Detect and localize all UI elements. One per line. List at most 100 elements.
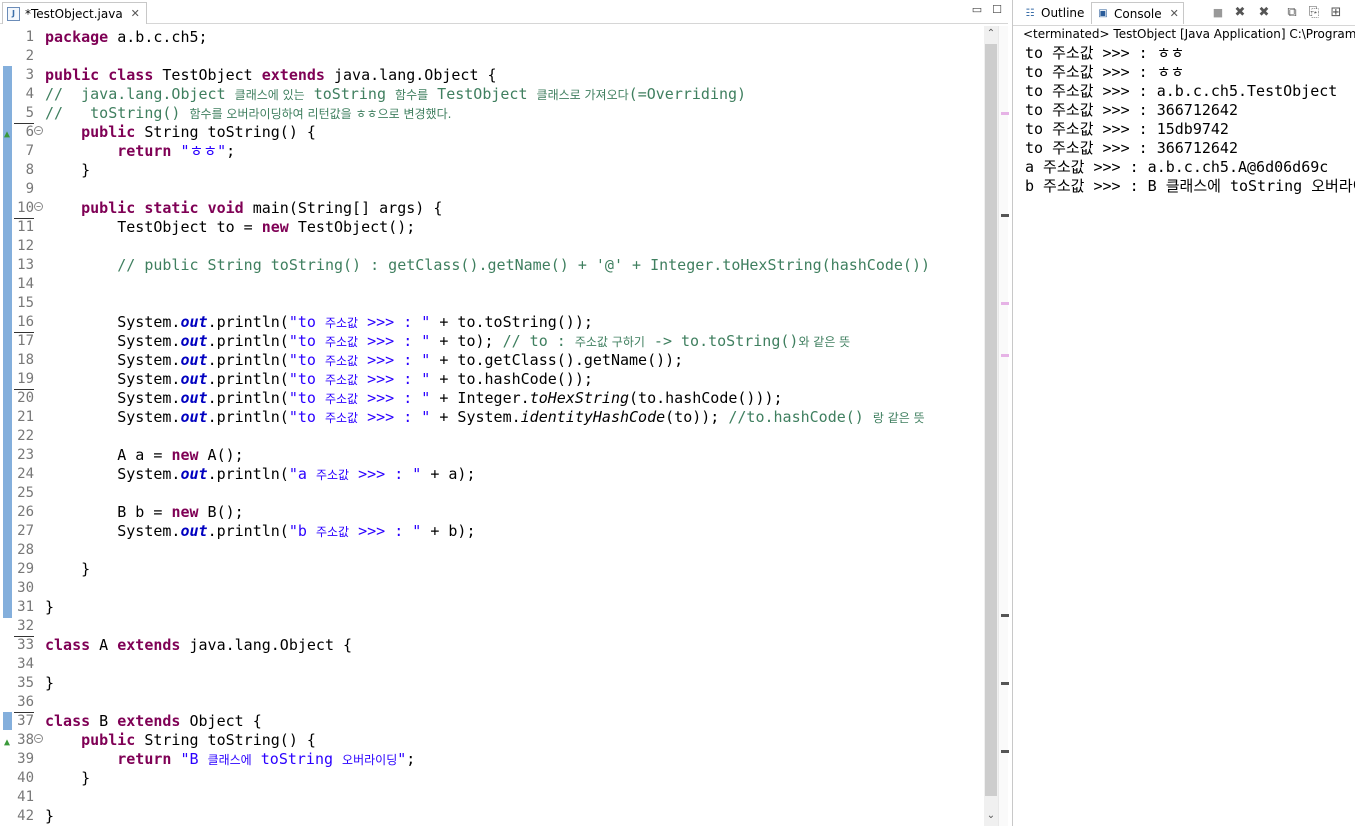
ruler-mark[interactable] <box>1001 112 1009 115</box>
tab-testobject-java[interactable]: J *TestObject.java ✕ <box>2 2 147 24</box>
code-line[interactable]: 36 <box>0 693 984 713</box>
code-line[interactable]: 20 System.out.println("to 주소값 >>> : " + … <box>0 389 984 408</box>
line-number: 40 <box>17 770 34 786</box>
code-line[interactable]: 1 package a.b.c.ch5; <box>0 28 984 47</box>
line-number: 27 <box>17 523 34 539</box>
console-line: to 주소값 >>> : ㅎㅎ <box>1025 44 1185 62</box>
code-line[interactable]: 25 <box>0 484 984 503</box>
code-line[interactable]: 39 return "B 클래스에 toString 오버라이딩"; <box>0 750 984 769</box>
word-wrap-icon[interactable]: ⎘ <box>1305 4 1323 22</box>
code-line[interactable]: 27 System.out.println("b 주소값 >>> : " + b… <box>0 522 984 541</box>
code-line[interactable]: 4 // java.lang.Object 클래스에 있는 toString 함수… <box>0 85 984 104</box>
fold-toggle-icon[interactable]: − <box>34 202 43 211</box>
code-line[interactable]: 40 } <box>0 769 984 788</box>
code-line[interactable]: 17 System.out.println("to 주소값 >>> : " + … <box>0 332 984 351</box>
remove-launch-icon[interactable]: ✖ <box>1231 4 1249 22</box>
line-number: 10 <box>14 199 34 219</box>
code-line[interactable]: 18 System.out.println("to 주소값 >>> : " + … <box>0 351 984 370</box>
code-text: System.out.println("to 주소값 >>> : " + to.… <box>45 313 593 331</box>
java-file-icon: J <box>7 6 20 21</box>
code-line[interactable]: 2 <box>0 47 984 66</box>
line-number: 38 <box>17 732 34 748</box>
java-editor[interactable]: J *TestObject.java ✕ ▭ ☐ 1 package a.b.c.… <box>0 0 1009 826</box>
code-line[interactable]: 33 class A extends java.lang.Object { <box>0 636 984 655</box>
ruler-mark[interactable] <box>1001 354 1009 357</box>
code-line[interactable]: 6 ▲ − public String toString() { <box>0 123 984 142</box>
scroll-down-icon[interactable]: ⌄ <box>984 810 998 824</box>
code-line[interactable]: 22 <box>0 427 984 446</box>
fold-toggle-icon[interactable]: − <box>34 734 43 743</box>
scroll-lock-icon[interactable]: ⧉ <box>1283 4 1301 22</box>
code-line[interactable]: 28 <box>0 541 984 560</box>
line-number: 31 <box>17 599 34 615</box>
code-line[interactable]: 29 } <box>0 560 984 579</box>
code-area[interactable]: 1 package a.b.c.ch5; 2 3 public class TestOb… <box>0 28 984 826</box>
line-number: 29 <box>17 561 34 577</box>
line-number: 1 <box>25 29 34 45</box>
close-icon[interactable]: ✕ <box>131 7 140 20</box>
code-line[interactable]: 3 public class TestObject extends java.la… <box>0 66 984 85</box>
line-number: 15 <box>17 295 34 311</box>
line-number: 19 <box>14 370 34 390</box>
code-text: } <box>45 807 55 825</box>
terminate-icon[interactable]: ■ <box>1209 4 1227 22</box>
code-text: A a = new A(); <box>45 446 244 464</box>
code-line[interactable]: 7 return "ㅎㅎ"; <box>0 142 984 161</box>
code-text: TestObject to = new TestObject(); <box>45 218 416 236</box>
line-number: 35 <box>17 675 34 691</box>
ruler-mark[interactable] <box>1001 750 1009 753</box>
code-line[interactable]: 26 B b = new B(); <box>0 503 984 522</box>
pin-icon[interactable]: ⊞ <box>1327 4 1345 22</box>
code-line[interactable]: 37 class B extends Object { <box>0 712 984 731</box>
code-line[interactable]: 12 <box>0 237 984 256</box>
code-line[interactable]: 32 <box>0 617 984 637</box>
code-line[interactable]: 5 // toString() 함수를 오버라이딩하여 리턴값을 ㅎㅎ으로 변경했… <box>0 104 984 124</box>
code-line[interactable]: 19 System.out.println("to 주소값 >>> : " + … <box>0 370 984 390</box>
maximize-icon[interactable]: ☐ <box>990 3 1004 17</box>
tab-console[interactable]: ▣ Console ✕ <box>1091 2 1184 24</box>
code-line[interactable]: 30 <box>0 579 984 598</box>
code-line[interactable]: 21 System.out.println("to 주소값 >>> : " + … <box>0 408 984 427</box>
fold-toggle-icon[interactable]: − <box>34 126 43 135</box>
console-line: to 주소값 >>> : 366712642 <box>1025 101 1238 119</box>
scrollbar-thumb[interactable] <box>985 44 997 796</box>
editor-tab-bar: J *TestObject.java ✕ ▭ ☐ <box>0 0 1008 24</box>
code-line[interactable]: 16 System.out.println("to 주소값 >>> : " + … <box>0 313 984 333</box>
code-line[interactable]: 31} <box>0 598 984 617</box>
console-line: to 주소값 >>> : 15db9742 <box>1025 120 1229 138</box>
scroll-up-icon[interactable]: ⌃ <box>984 28 998 42</box>
ruler-mark[interactable] <box>1001 302 1009 305</box>
line-number: 24 <box>17 466 34 482</box>
code-line[interactable]: 23 A a = new A(); <box>0 446 984 465</box>
ruler-mark[interactable] <box>1001 614 1009 617</box>
line-number: 42 <box>17 808 34 824</box>
vertical-scrollbar[interactable]: ⌃ ⌄ <box>984 26 998 826</box>
line-number: 13 <box>17 257 34 273</box>
close-icon[interactable]: ✕ <box>1170 7 1179 20</box>
code-line[interactable]: 14 <box>0 275 984 294</box>
code-line[interactable]: 35} <box>0 674 984 693</box>
code-line[interactable]: 24 System.out.println("a 주소값 >>> : " + a… <box>0 465 984 484</box>
ruler-mark[interactable] <box>1001 214 1009 217</box>
code-line[interactable]: 42} <box>0 807 984 826</box>
code-line[interactable]: 8 } <box>0 161 984 180</box>
overview-ruler[interactable] <box>998 26 1009 826</box>
code-line[interactable]: 15 <box>0 294 984 313</box>
code-line[interactable]: 38 ▲ − public String toString() { <box>0 731 984 750</box>
minimize-icon[interactable]: ▭ <box>970 3 984 17</box>
code-text: System.out.println("to 주소값 >>> : " + Int… <box>45 389 783 407</box>
code-line[interactable]: 9 <box>0 180 984 199</box>
line-number: 30 <box>17 580 34 596</box>
remove-all-icon[interactable]: ✖ <box>1255 4 1273 22</box>
line-number: 16 <box>14 313 34 333</box>
code-text: // java.lang.Object 클래스에 있는 toString 함수를… <box>45 85 747 103</box>
ruler-mark[interactable] <box>1001 682 1009 685</box>
code-line[interactable]: 11 TestObject to = new TestObject(); <box>0 218 984 237</box>
tab-outline[interactable]: ☷ Outline <box>1019 2 1088 24</box>
code-line[interactable]: 13 // public String toString() : getClas… <box>0 256 984 275</box>
code-line[interactable]: 10− public static void main(String[] arg… <box>0 199 984 219</box>
line-number: 2 <box>25 48 34 64</box>
code-line[interactable]: 34 <box>0 655 984 674</box>
code-line[interactable]: 41 <box>0 788 984 807</box>
line-number: 4 <box>25 86 34 102</box>
